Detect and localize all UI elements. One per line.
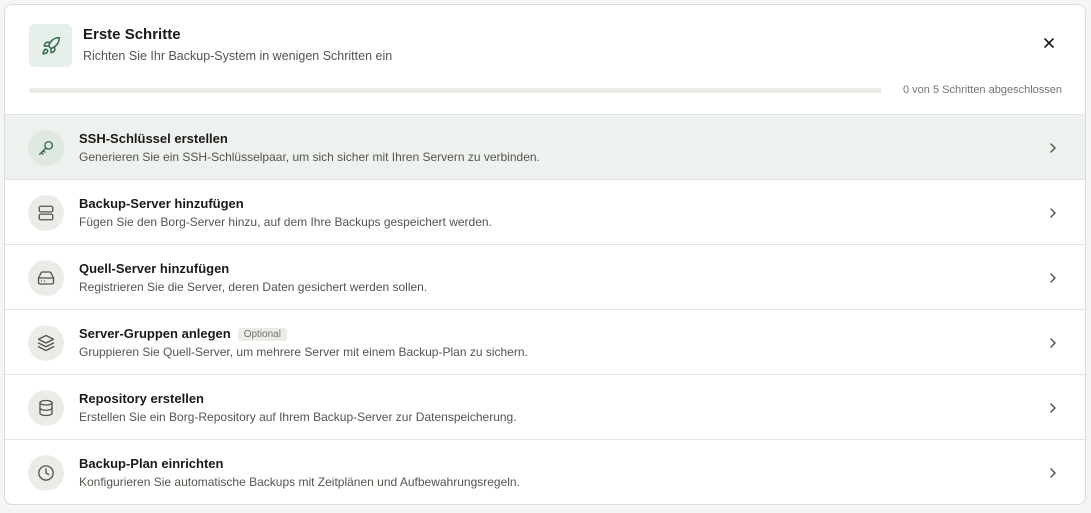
- close-button[interactable]: [1037, 31, 1061, 55]
- step-title: Repository erstellen: [79, 391, 204, 406]
- step-description: Konfigurieren Sie automatische Backups m…: [79, 475, 520, 489]
- chevron-right-icon: [1050, 143, 1056, 153]
- step-server-groups[interactable]: Server-Gruppen anlegen Optional Gruppiere…: [5, 310, 1085, 375]
- progress-bar: [29, 88, 882, 93]
- progress-text: 0 von 5 Schritten abgeschlossen: [903, 84, 1062, 96]
- step-title: Quell-Server hinzufügen: [79, 261, 230, 276]
- chevron-right-icon: [1050, 338, 1056, 348]
- step-description: Fügen Sie den Borg-Server hinzu, auf dem…: [79, 215, 492, 229]
- step-ssh-key[interactable]: SSH-Schlüssel erstellen Generieren Sie e…: [5, 115, 1085, 180]
- steps-list: SSH-Schlüssel erstellen Generieren Sie e…: [5, 115, 1085, 504]
- close-icon: [1044, 38, 1054, 48]
- page-subtitle: Richten Sie Ihr Backup-System in wenigen…: [83, 49, 393, 63]
- panel-header: Erste Schritte Richten Sie Ihr Backup-Sy…: [5, 5, 1085, 115]
- clock-icon: [28, 455, 64, 491]
- step-title: Server-Gruppen anlegen Optional: [79, 326, 287, 341]
- step-title: Backup-Server hinzufügen: [79, 196, 244, 211]
- chevron-right-icon: [1050, 273, 1056, 283]
- step-description: Generieren Sie ein SSH-Schlüsselpaar, um…: [79, 150, 540, 164]
- rocket-icon: [29, 24, 72, 67]
- step-title: Backup-Plan einrichten: [79, 456, 224, 471]
- step-source-server[interactable]: Quell-Server hinzufügen Registrieren Sie…: [5, 245, 1085, 310]
- step-backup-server[interactable]: Backup-Server hinzufügen Fügen Sie den B…: [5, 180, 1085, 245]
- step-description: Gruppieren Sie Quell-Server, um mehrere …: [79, 345, 528, 359]
- chevron-right-icon: [1050, 403, 1056, 413]
- page-title: Erste Schritte: [83, 26, 181, 43]
- chevron-right-icon: [1050, 468, 1056, 478]
- hard-drive-icon: [28, 260, 64, 296]
- database-icon: [28, 390, 64, 426]
- step-repository[interactable]: Repository erstellen Erstellen Sie ein B…: [5, 375, 1085, 440]
- chevron-right-icon: [1050, 208, 1056, 218]
- step-title: SSH-Schlüssel erstellen: [79, 131, 228, 146]
- server-icon: [28, 195, 64, 231]
- layers-icon: [28, 325, 64, 361]
- step-description: Erstellen Sie ein Borg-Repository auf Ih…: [79, 410, 517, 424]
- step-backup-plan[interactable]: Backup-Plan einrichten Konfigurieren Sie…: [5, 440, 1085, 504]
- step-title-text: Server-Gruppen anlegen: [79, 326, 231, 341]
- key-icon: [28, 130, 64, 166]
- step-description: Registrieren Sie die Server, deren Daten…: [79, 280, 428, 294]
- optional-badge: Optional: [237, 328, 287, 341]
- getting-started-panel: Erste Schritte Richten Sie Ihr Backup-Sy…: [4, 4, 1086, 505]
